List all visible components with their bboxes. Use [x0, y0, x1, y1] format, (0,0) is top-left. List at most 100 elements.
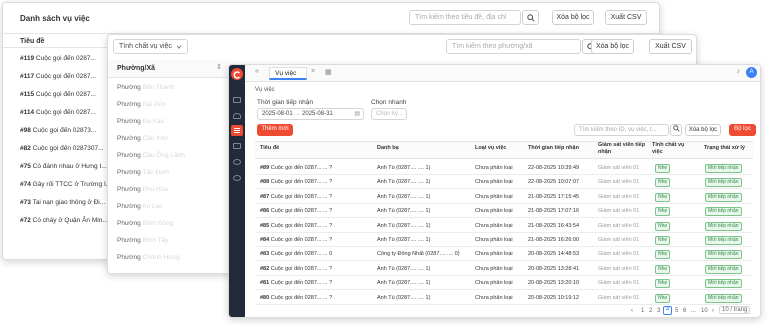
row-sup: Giám sát viên 01 [598, 237, 640, 243]
table-row[interactable]: #114 Cuộc gọi đến 0287... [20, 109, 96, 116]
tab-scroll-left-icon[interactable]: « [255, 68, 259, 75]
table-row[interactable]: #80 Cuộc gọi đến 0287... ... ? Anh Tú (02… [255, 291, 753, 305]
table-row[interactable]: #88 Cuộc gọi đến 0287... ... ? Anh Tú (02… [255, 175, 753, 190]
page-title: Danh sách vụ việc [20, 14, 90, 23]
row-title-text: Cuộc gọi đến 0287... ... ? [270, 193, 333, 200]
table-row[interactable]: #74 Gây rối TTCC ở Trường I... [20, 181, 111, 188]
search-button[interactable] [670, 124, 682, 136]
ward-option[interactable]: Phường Sài Gòn [117, 101, 166, 108]
ward-option[interactable]: Phường Cầu Ông Lãnh [117, 152, 185, 159]
row-sup: Giám sát viên 01 [598, 165, 640, 171]
avatar[interactable]: A [746, 67, 757, 78]
row-id: #84 [260, 237, 270, 243]
table-row[interactable]: #119 Cuộc gọi đến 0287... [20, 55, 96, 62]
table-row[interactable]: #117 Cuộc gọi đến 0287... [20, 73, 96, 80]
row-nature-badge: Nhẹ [655, 178, 671, 188]
row-type: Chưa phân loại [475, 165, 513, 171]
page-size-select[interactable]: 10 / trang [719, 306, 751, 314]
filter-button[interactable]: Bộ lọc [729, 124, 756, 136]
gear-icon[interactable] [233, 175, 241, 181]
nature-filter-select[interactable]: Tính chất vụ việc [113, 39, 188, 54]
page-button[interactable]: 6 [683, 308, 686, 314]
page-button-active[interactable]: 4 [663, 306, 672, 315]
quick-select[interactable]: Chọn kỳ... [371, 108, 407, 120]
row-title-text: Cuộc gọi đến 0287... ... ? [270, 179, 333, 186]
sort-icon[interactable]: ⇕ [216, 63, 222, 71]
search-input[interactable]: Tìm kiếm theo tiêu đề, địa chỉ [409, 10, 521, 25]
table-row[interactable]: #98 Cuộc gọi đến 02873... [20, 127, 96, 134]
page-button[interactable]: 2 [649, 308, 652, 314]
page-button[interactable]: 10 [701, 308, 708, 314]
row-id: #88 [260, 179, 270, 186]
tab-grid-icon[interactable]: ▦ [325, 68, 332, 76]
row-title-text: Cuộc gọi đến 0287... ... ? [270, 165, 333, 171]
export-csv-button[interactable]: Xuất CSV [649, 39, 692, 54]
page-button[interactable]: 3 [657, 308, 660, 314]
ward-option[interactable]: Phường Đa Kao [117, 118, 164, 125]
add-new-button[interactable]: Thêm mới [257, 124, 293, 136]
ward-option[interactable]: Phường Tân Định [117, 169, 169, 176]
row-title-text: Cuộc gọi đến 0287... ... ? [270, 280, 333, 287]
row-id: #82 [260, 265, 270, 272]
ward-option[interactable]: Phường Chánh Hưng [117, 254, 180, 261]
row-sup: Giám sát viên 01 [598, 193, 640, 200]
ward-option[interactable]: Phường Bình Tây [117, 237, 169, 244]
ward-option[interactable]: Phường Bình Đông [117, 220, 173, 227]
row-type: Chưa phân loại [475, 179, 513, 186]
row-time: 20-08-2025 10:19:12 [528, 294, 580, 301]
row-type: Chưa phân loại [475, 237, 513, 243]
clear-filter-button[interactable]: Xóa bộ lọc [591, 39, 634, 54]
tab-close-icon[interactable]: × [311, 68, 315, 75]
cases-nav-item-active[interactable] [231, 125, 243, 136]
ward-search-input[interactable]: Tìm kiếm theo phường/xã [446, 39, 581, 54]
ward-option[interactable]: Phường Bến Thành [117, 84, 174, 91]
row-nature-badge: Nhẹ [655, 250, 671, 260]
bell-icon[interactable]: ♪ [737, 68, 741, 75]
row-nature-badge: Nhẹ [655, 207, 671, 217]
table-row[interactable]: #85 Cuộc gọi đến 0287... ... ? Anh Tú (02… [255, 219, 753, 233]
user-icon[interactable] [233, 113, 241, 119]
export-csv-button[interactable]: Xuất CSV [605, 10, 647, 25]
date-range-picker[interactable]: 2025-08-01 → 2025-08-31 ▤ [257, 108, 364, 120]
row-time: 22-08-2025 10:07:07 [528, 179, 580, 186]
clear-filter-button[interactable]: Xóa bộ lọc [552, 10, 594, 25]
next-page-button[interactable]: › [712, 308, 714, 314]
row-id: #83 [260, 251, 270, 258]
search-button[interactable] [522, 10, 539, 25]
row-contact: Anh Tú (0287.... .... 1) [377, 222, 431, 229]
page-button[interactable]: 1 [641, 308, 644, 314]
table-row[interactable]: #82 Cuộc gọi đến 0287307... [20, 145, 104, 152]
table-row[interactable]: #83 Cuộc gọi đến 0287... ... 0 Công ty Đô… [255, 247, 753, 262]
table-row[interactable]: #87 Cuộc gọi đến 0287... ... ? Anh Tú (02… [255, 190, 753, 204]
table-row[interactable]: #72 Có cháy ở Quận Ân Min... [20, 217, 108, 224]
case-search-input[interactable]: Tìm kiếm theo ID, vụ việc, t... [574, 124, 669, 136]
table-row[interactable]: #86 Cuộc gọi đến 0287... ... ? Anh Tú (02… [255, 204, 753, 219]
table-row[interactable]: #81 Cuộc gọi đến 0287... ... ? Anh Tú (02… [255, 276, 753, 291]
ward-option[interactable]: Phường Cầu Kho [117, 135, 168, 142]
search-icon [526, 14, 535, 22]
search-icon[interactable] [233, 159, 241, 165]
row-sup: Giám sát viên 01 [598, 294, 640, 301]
row-time: 20-08-2025 13:20:10 [528, 280, 580, 287]
book-icon[interactable] [233, 143, 241, 149]
page-button[interactable]: 5 [675, 308, 678, 314]
col-supervisor: Giám sát viên tiếp nhận [598, 142, 646, 155]
row-type: Chưa phân loại [475, 222, 513, 229]
table-row[interactable]: #75 Có đánh nhau ở Hưng I... [20, 163, 107, 170]
ward-option[interactable]: Phường Phú Hòa [117, 186, 168, 193]
table-row[interactable]: #84 Cuộc gọi đến 0287... ... ? Anh Tú (02… [255, 233, 753, 247]
dashboard-icon[interactable] [233, 97, 241, 103]
sidebar [229, 65, 245, 317]
time-received-label: Thời gian tiếp nhận [257, 99, 313, 106]
table-row[interactable]: #82 Cuộc gọi đến 0287... ... ? Anh Tú (02… [255, 262, 753, 276]
tab-cases[interactable]: Vụ việc [269, 67, 307, 80]
calendar-icon: ▤ [354, 111, 360, 117]
table-row[interactable]: #115 Cuộc gọi đến 0287... [20, 91, 96, 98]
prev-page-button[interactable]: ‹ [631, 308, 633, 314]
ward-option[interactable]: Phường An Lạc [117, 203, 163, 210]
row-time: 21-08-2025 16:26:00 [528, 237, 580, 243]
table-row[interactable]: #89 Cuộc gọi đến 0287... ... ? Anh Tú (02… [255, 161, 753, 175]
table-row[interactable]: #73 Tai nạn giao thông ở Đi... [20, 199, 105, 206]
row-title-text: Cuộc gọi đến 0287... ... 0 [270, 251, 333, 258]
clear-filter-button[interactable]: Xóa bộ lọc [685, 124, 721, 136]
